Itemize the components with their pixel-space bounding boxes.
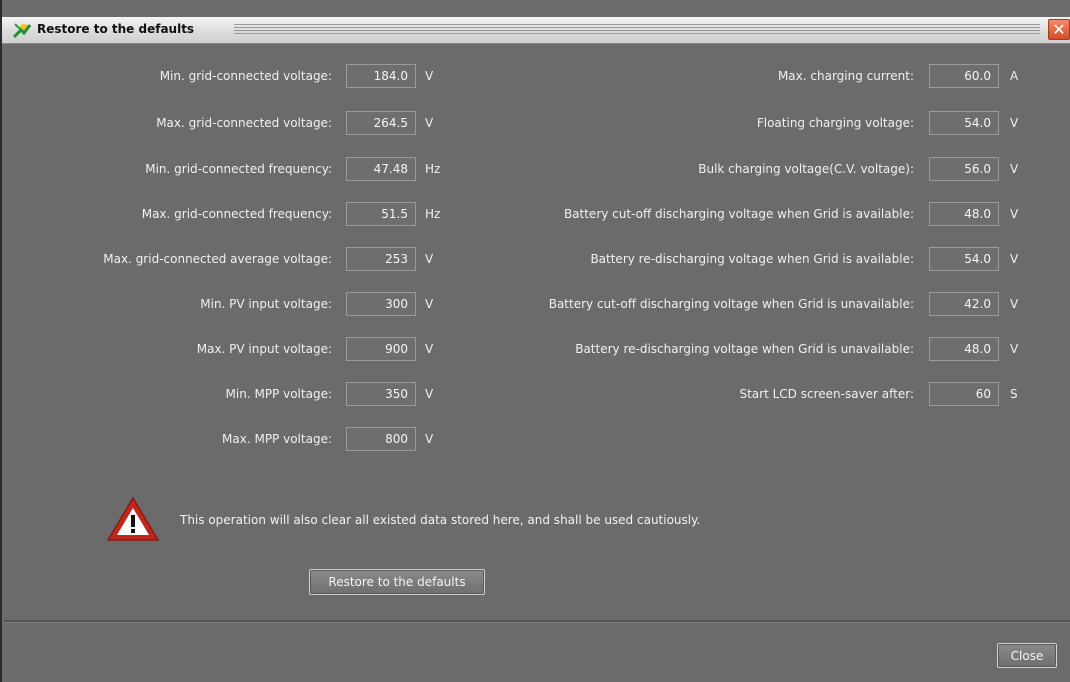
param-label: Battery cut-off discharging voltage when… <box>563 207 914 221</box>
param-row-lcd-screensaver: Start LCD screen-saver after: 60 S <box>464 382 1064 406</box>
param-unit: V <box>425 297 434 311</box>
param-value-field[interactable]: 300 <box>346 292 416 316</box>
param-unit: V <box>425 252 434 266</box>
param-row-max-grid-voltage: Max. grid-connected voltage: 264.5 V <box>4 111 454 135</box>
param-unit: V <box>425 116 434 130</box>
param-row-max-mpp-voltage: Max. MPP voltage: 800 V <box>4 427 454 451</box>
param-value-field[interactable]: 42.0 <box>929 292 999 316</box>
warning-triangle-icon <box>106 496 160 541</box>
restore-defaults-window: Restore to the defaults ✕ Min. grid-conn… <box>0 0 1070 682</box>
param-unit: V <box>1010 252 1019 266</box>
param-unit: V <box>1010 162 1019 176</box>
param-row-bulk-charging-voltage: Bulk charging voltage(C.V. voltage): 56.… <box>464 157 1064 181</box>
param-row-battery-redischarge-grid-available: Battery re-discharging voltage when Grid… <box>464 247 1064 271</box>
restore-defaults-button[interactable]: Restore to the defaults <box>309 569 485 595</box>
param-label: Min. PV input voltage: <box>200 297 332 311</box>
close-icon[interactable]: ✕ <box>1048 19 1070 40</box>
param-value-field[interactable]: 54.0 <box>929 111 999 135</box>
param-row-max-grid-frequency: Max. grid-connected frequency: 51.5 Hz <box>4 202 454 226</box>
param-value-field[interactable]: 264.5 <box>346 111 416 135</box>
param-value-field[interactable]: 51.5 <box>346 202 416 226</box>
param-unit: S <box>1010 387 1018 401</box>
param-label: Start LCD screen-saver after: <box>739 387 914 401</box>
title-bar-grip <box>234 24 1040 35</box>
title-bar: Restore to the defaults ✕ <box>2 17 1070 44</box>
param-row-battery-cutoff-grid-unavailable: Battery cut-off discharging voltage when… <box>464 292 1064 316</box>
param-row-max-grid-average-voltage: Max. grid-connected average voltage: 253… <box>4 247 454 271</box>
param-value-field[interactable]: 60 <box>929 382 999 406</box>
param-unit: V <box>1010 207 1019 221</box>
param-unit: A <box>1010 69 1019 83</box>
settings-panel: Min. grid-connected voltage: 184.0 V Max… <box>4 44 1070 619</box>
param-unit: V <box>425 432 434 446</box>
param-value-field[interactable]: 60.0 <box>929 64 999 88</box>
param-value-field[interactable]: 800 <box>346 427 416 451</box>
param-row-min-mpp-voltage: Min. MPP voltage: 350 V <box>4 382 454 406</box>
param-row-max-charging-current: Max. charging current: 60.0 A <box>464 64 1064 88</box>
param-value-field[interactable]: 56.0 <box>929 157 999 181</box>
param-unit: V <box>1010 116 1019 130</box>
param-label: Max. MPP voltage: <box>222 432 332 446</box>
param-value-field[interactable]: 184.0 <box>346 64 416 88</box>
param-unit: Hz <box>425 162 441 176</box>
param-unit: V <box>425 69 434 83</box>
param-row-floating-charging-voltage: Floating charging voltage: 54.0 V <box>464 111 1064 135</box>
param-row-min-pv-voltage: Min. PV input voltage: 300 V <box>4 292 454 316</box>
param-label: Max. grid-connected average voltage: <box>103 252 332 266</box>
param-unit: V <box>425 342 434 356</box>
param-unit: V <box>1010 342 1019 356</box>
param-unit: V <box>425 387 434 401</box>
footer-divider <box>4 620 1070 623</box>
param-label: Battery re-discharging voltage when Grid… <box>590 252 914 266</box>
window-title: Restore to the defaults <box>37 22 195 36</box>
param-row-min-grid-frequency: Min. grid-connected frequency: 47.48 Hz <box>4 157 454 181</box>
param-unit: Hz <box>425 207 441 221</box>
param-label: Min. MPP voltage: <box>225 387 332 401</box>
solar-app-icon <box>12 23 32 39</box>
param-label: Battery re-discharging voltage when Grid… <box>575 342 914 356</box>
param-value-field[interactable]: 350 <box>346 382 416 406</box>
param-label: Max. PV input voltage: <box>196 342 332 356</box>
param-row-battery-cutoff-grid-available: Battery cut-off discharging voltage when… <box>464 202 1064 226</box>
param-label: Max. grid-connected frequency: <box>141 207 332 221</box>
param-row-min-grid-voltage: Min. grid-connected voltage: 184.0 V <box>4 64 454 88</box>
param-value-field[interactable]: 253 <box>346 247 416 271</box>
param-row-battery-redischarge-grid-unavailable: Battery re-discharging voltage when Grid… <box>464 337 1064 361</box>
param-label: Max. grid-connected voltage: <box>156 116 332 130</box>
param-label: Battery cut-off discharging voltage when… <box>548 297 914 311</box>
param-label: Min. grid-connected voltage: <box>159 69 332 83</box>
param-label: Max. charging current: <box>777 69 914 83</box>
param-value-field[interactable]: 54.0 <box>929 247 999 271</box>
param-label: Min. grid-connected frequency: <box>145 162 332 176</box>
param-value-field[interactable]: 47.48 <box>346 157 416 181</box>
param-unit: V <box>1010 297 1019 311</box>
param-value-field[interactable]: 48.0 <box>929 202 999 226</box>
param-label: Bulk charging voltage(C.V. voltage): <box>698 162 914 176</box>
close-button[interactable]: Close <box>997 643 1057 668</box>
param-label: Floating charging voltage: <box>756 116 914 130</box>
warning-message: This operation will also clear all exist… <box>180 513 701 527</box>
param-row-max-pv-voltage: Max. PV input voltage: 900 V <box>4 337 454 361</box>
param-value-field[interactable]: 48.0 <box>929 337 999 361</box>
param-value-field[interactable]: 900 <box>346 337 416 361</box>
